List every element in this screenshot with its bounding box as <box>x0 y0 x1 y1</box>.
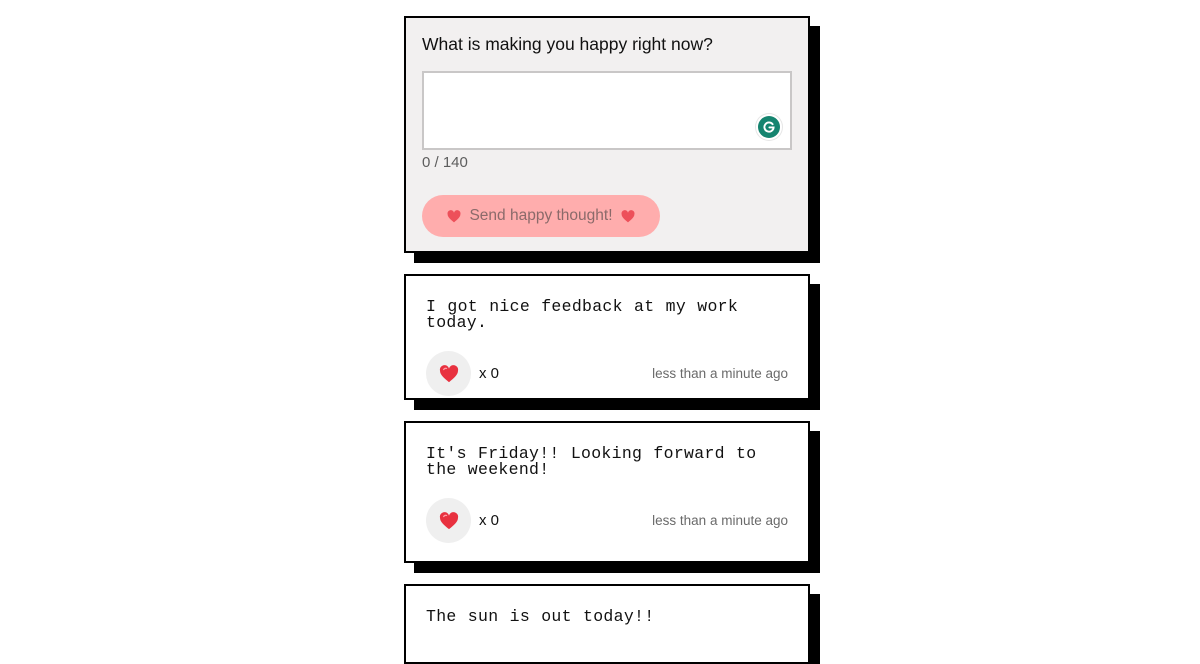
like-count: x 0 <box>479 365 500 382</box>
heart-icon <box>439 511 458 529</box>
heart-icon <box>439 364 458 382</box>
thought-card: The sun is out today!! <box>404 584 810 664</box>
thoughts-column: What is making you happy right now? 0 / … <box>404 16 810 664</box>
like-button[interactable] <box>426 498 471 543</box>
like-group: x 0 <box>426 498 499 543</box>
thought-timestamp: less than a minute ago <box>652 513 788 528</box>
thought-card: I got nice feedback at my work today. x … <box>404 274 810 400</box>
heart-icon <box>621 209 635 222</box>
thought-message: It's Friday!! Looking forward to the wee… <box>426 444 757 479</box>
send-happy-thought-button[interactable]: Send happy thought! <box>422 195 660 237</box>
grammarly-icon[interactable] <box>756 114 782 140</box>
happy-thought-form: What is making you happy right now? 0 / … <box>404 16 810 253</box>
like-button[interactable] <box>426 351 471 396</box>
thought-input-wrapper <box>422 71 792 150</box>
thought-footer: x 0 less than a minute ago <box>426 498 788 543</box>
thought-input[interactable] <box>424 73 790 148</box>
thought-footer: x 0 less than a minute ago <box>426 351 788 396</box>
thought-message: The sun is out today!! <box>426 607 655 626</box>
like-group: x 0 <box>426 351 499 396</box>
thought-timestamp: less than a minute ago <box>652 366 788 381</box>
thought-message: I got nice feedback at my work today. <box>426 297 739 332</box>
form-question: What is making you happy right now? <box>422 34 713 54</box>
heart-icon <box>447 209 461 222</box>
character-counter: 0 / 140 <box>422 154 468 171</box>
thought-card: It's Friday!! Looking forward to the wee… <box>404 421 810 563</box>
like-count: x 0 <box>479 512 500 529</box>
send-button-label: Send happy thought! <box>469 207 613 224</box>
